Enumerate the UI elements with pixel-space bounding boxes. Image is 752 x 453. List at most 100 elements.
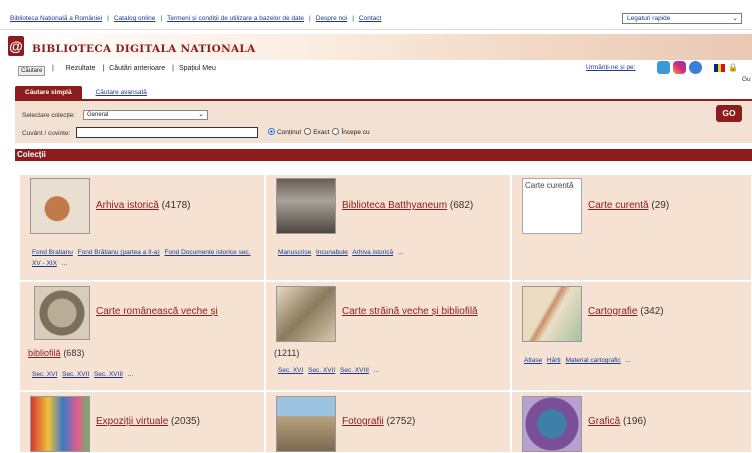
- user-hint: Gu: [742, 76, 751, 83]
- radio-button[interactable]: [304, 128, 312, 135]
- link-about[interactable]: Despre noi: [316, 15, 347, 22]
- romanian-flag-icon[interactable]: [714, 64, 726, 72]
- subcategory-link[interactable]: Sec. XVIII: [94, 371, 123, 378]
- subcategory-link[interactable]: Sec. XVII: [308, 367, 335, 374]
- collection-subcategories: Sec. XVI Sec. XVII Sec. XVIII ...: [32, 369, 258, 380]
- follow-us-label: Urmăriți-ne și pe:: [586, 64, 636, 71]
- subcategory-link[interactable]: Fond Bratianu: [32, 249, 73, 256]
- subcategory-link[interactable]: Atlase: [524, 357, 542, 364]
- collection-card: Fotografii (2752): [265, 391, 511, 453]
- radio-button[interactable]: [268, 128, 275, 135]
- subcategory-link[interactable]: Sec. XVIII: [340, 367, 369, 374]
- tab-advanced-search[interactable]: Căutare avansată: [82, 86, 161, 99]
- more-indicator: ...: [373, 367, 380, 374]
- collection-link[interactable]: Arhiva istorică: [96, 200, 159, 211]
- instagram-icon[interactable]: [673, 61, 686, 74]
- collection-count: (2752): [386, 416, 416, 427]
- collection-thumbnail[interactable]: [30, 396, 90, 452]
- collection-subcategories: Fond Bratianu Fond Brătianu (partea a II…: [32, 247, 258, 269]
- collection-link[interactable]: Biblioteca Batthyaneum: [342, 200, 447, 211]
- nav-items: | Rezultate | Căutări anterioare | Spațiul…: [52, 65, 216, 72]
- collection-title: Cartografie (342): [588, 306, 664, 317]
- link-catalog[interactable]: Catalog online: [114, 15, 156, 22]
- collection-count: (196): [623, 416, 647, 427]
- collection-link[interactable]: bibliofilă: [28, 348, 61, 358]
- nav-search-active[interactable]: Căutare: [18, 66, 46, 76]
- radio-label: Conținut: [277, 129, 302, 136]
- collection-thumbnail[interactable]: [522, 396, 582, 452]
- subcategory-link[interactable]: Material cartografic: [565, 357, 620, 364]
- collection-count: (683): [63, 348, 85, 358]
- collection-link[interactable]: Grafică: [588, 416, 620, 427]
- broken-image-alt[interactable]: Carte curentă: [522, 178, 582, 234]
- more-indicator: ...: [127, 371, 134, 378]
- collection-title: Fotografii (2752): [342, 416, 415, 427]
- radio-label: Începe cu: [341, 129, 370, 136]
- collection-link[interactable]: Carte străină veche și bibliofilă: [342, 306, 478, 317]
- lock-icon[interactable]: 🔒: [728, 63, 738, 72]
- collection-select-value: General: [87, 112, 109, 118]
- collection-link[interactable]: Carte curentă: [588, 200, 649, 211]
- radio-exact[interactable]: Exact: [304, 128, 329, 136]
- radio-starts-with[interactable]: Începe cu: [332, 128, 370, 136]
- collection-card: Expoziții virtuale (2035): [19, 391, 265, 453]
- radio-button[interactable]: [332, 128, 340, 135]
- link-contact[interactable]: Contact: [359, 15, 381, 22]
- collection-thumbnail[interactable]: [30, 178, 90, 234]
- tab-simple-search[interactable]: Căutare simplă: [15, 86, 82, 99]
- link-terms[interactable]: Termeni și condiții de utilizare a bazel…: [167, 15, 304, 22]
- collection-title: Arhiva istorică (4178): [96, 200, 191, 211]
- collection-card: Arhiva istorică (4178) Fond Bratianu Fon…: [19, 174, 265, 281]
- separator: |: [160, 15, 163, 22]
- collection-count: (1211): [274, 348, 300, 358]
- collection-card: Grafică (196): [511, 391, 752, 453]
- collection-link[interactable]: Fotografii: [342, 416, 384, 427]
- collection-label: Selectare colecție:: [22, 112, 76, 119]
- collection-title: Carte străină veche și bibliofilă: [342, 306, 478, 317]
- collections-heading: Colecții: [15, 149, 752, 161]
- collection-select[interactable]: General ⌄: [83, 110, 208, 120]
- collection-thumbnail[interactable]: [276, 286, 336, 342]
- nav-previous-searches[interactable]: Căutări anterioare: [109, 65, 165, 72]
- nav-results[interactable]: Rezultate: [66, 65, 96, 72]
- subcategory-link[interactable]: Sec. XVI: [32, 371, 57, 378]
- search-tabs: Căutare simplă Căutare avansată: [15, 86, 161, 99]
- nav-row: Căutare | Rezultate | Căutări anterioare …: [0, 64, 752, 78]
- collection-title-continuation: bibliofilă (683): [28, 348, 84, 359]
- go-button[interactable]: GO: [716, 105, 742, 122]
- match-radio-group: Conținut Exact Începe cu: [268, 128, 370, 136]
- separator: |: [352, 15, 354, 22]
- subcategory-link[interactable]: Manuscrise: [278, 249, 311, 256]
- facebook-icon[interactable]: [689, 61, 702, 74]
- collection-thumbnail[interactable]: [276, 178, 336, 234]
- collection-link[interactable]: Expoziții virtuale: [96, 416, 168, 427]
- collection-thumbnail[interactable]: [276, 396, 336, 452]
- collection-link[interactable]: Carte românească veche și: [96, 306, 218, 317]
- collection-title: Carte românească veche și: [96, 306, 218, 317]
- collection-card: Biblioteca Batthyaneum (682) Manuscrise …: [265, 174, 511, 281]
- subcategory-link[interactable]: Sec. XVII: [62, 371, 89, 378]
- collection-link[interactable]: Cartografie: [588, 306, 637, 317]
- chevron-down-icon: ⌄: [732, 15, 738, 22]
- top-bar: Biblioteca Națională a României | Catalog…: [0, 0, 752, 30]
- subcategory-link[interactable]: Arhiva istorică: [352, 249, 393, 256]
- subcategory-link[interactable]: Hărți: [547, 357, 561, 364]
- collection-card: Carte românească veche și bibliofilă (68…: [19, 281, 265, 391]
- collection-count: (342): [640, 306, 664, 317]
- search-input[interactable]: [76, 127, 258, 138]
- subcategory-link[interactable]: Fond Brătianu (partea a II-a): [78, 249, 160, 256]
- collection-thumbnail[interactable]: [522, 286, 582, 342]
- twitter-icon[interactable]: [657, 61, 670, 74]
- link-bnr[interactable]: Biblioteca Națională a României: [10, 15, 102, 22]
- subcategory-link[interactable]: Sec. XVI: [278, 367, 303, 374]
- collection-thumbnail[interactable]: [34, 286, 90, 340]
- separator: |: [52, 65, 54, 72]
- radio-content[interactable]: Conținut: [268, 128, 301, 136]
- nav-my-space[interactable]: Spațiul Meu: [179, 65, 216, 72]
- separator: |: [309, 15, 311, 22]
- more-indicator: ...: [61, 260, 68, 267]
- subcategory-link[interactable]: Incunabule: [316, 249, 348, 256]
- collection-count: (29): [651, 200, 670, 211]
- quick-links-select[interactable]: Legaturi rapide ⌄: [622, 13, 742, 24]
- logo-icon: @: [8, 36, 24, 56]
